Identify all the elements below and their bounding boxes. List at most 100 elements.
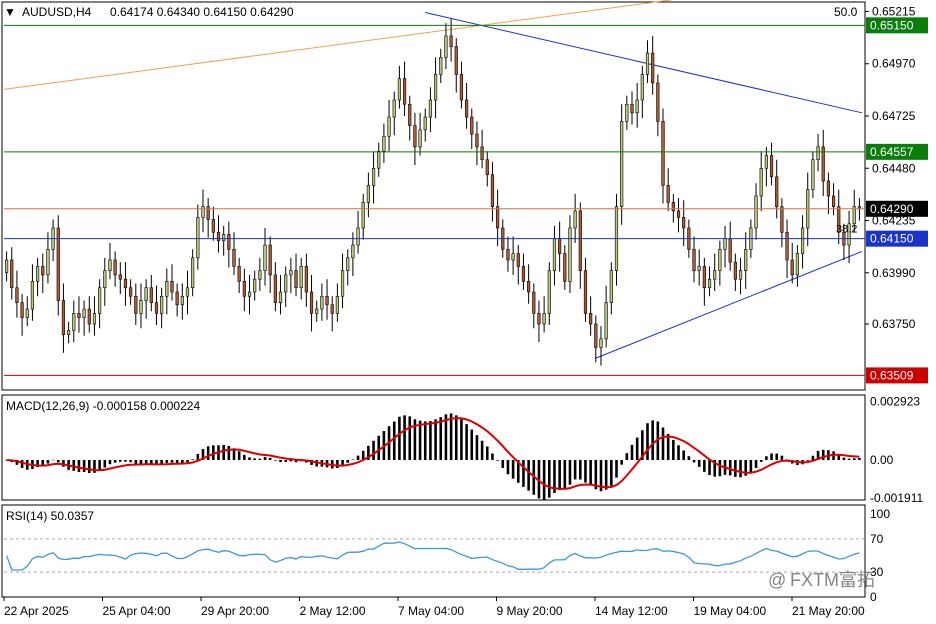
candle [707, 266, 712, 297]
candle [77, 296, 81, 333]
candle [568, 215, 572, 294]
macd-bar [268, 457, 272, 460]
candle [475, 121, 479, 166]
candle-body [237, 266, 241, 282]
candle-body [129, 287, 133, 297]
candle [780, 198, 784, 248]
candle-body [165, 281, 169, 297]
candle-body [413, 125, 417, 148]
macd-bar [703, 460, 706, 472]
candle-body [222, 234, 226, 242]
candle-body [769, 155, 774, 178]
candle-body [247, 291, 252, 297]
candle-body [294, 270, 298, 289]
candle-body [671, 202, 675, 212]
chart-canvas: 0.651500.645570.642900.641500.6350938.2 … [1, 0, 928, 618]
macd-bar [170, 460, 174, 463]
candle [682, 200, 686, 247]
candle-body [144, 287, 148, 301]
candle-body [299, 266, 303, 289]
candle-body [325, 295, 329, 306]
macd-bar [610, 460, 613, 486]
macd-bar [475, 435, 479, 460]
candle [516, 245, 520, 285]
rsi-panel [1, 504, 866, 598]
macd-bar [501, 460, 505, 468]
candle-body [87, 308, 91, 325]
candle [242, 268, 246, 312]
macd-bar [356, 455, 360, 460]
candle-body [728, 238, 732, 263]
macd-bar [620, 460, 623, 465]
macd-bar [98, 460, 101, 471]
horizontal-levels: 0.651500.645570.642900.641500.6350938.2 [4, 17, 928, 384]
macd-bar [522, 460, 525, 487]
candle [4, 251, 9, 282]
macd-tick-1: 0.00 [870, 453, 894, 467]
macd-bar [734, 460, 737, 477]
candle-body [640, 74, 644, 101]
candle [330, 296, 334, 332]
macd-bar [806, 460, 810, 461]
macd-bar [248, 457, 251, 460]
candle [733, 253, 737, 291]
ohlc-label: 0.64174 0.64340 0.64150 0.64290 [110, 5, 294, 19]
macd-bar [496, 460, 499, 461]
candle-body [676, 210, 681, 218]
candle [185, 270, 190, 315]
macd-bar [403, 415, 406, 460]
candle [46, 232, 50, 284]
macd-bar [191, 459, 194, 460]
macd-bar [263, 456, 267, 460]
candle-body [537, 313, 541, 325]
candle-body [185, 287, 190, 297]
macd-bar [563, 460, 567, 490]
candle [439, 48, 443, 83]
macd-bar [284, 460, 287, 462]
fib-label: 38.2 [836, 223, 857, 235]
macd-bar [449, 413, 453, 460]
candle [392, 91, 396, 136]
candle [237, 257, 241, 294]
candle [103, 257, 107, 306]
candle [692, 236, 696, 283]
candle [211, 206, 215, 241]
candle-body [82, 308, 86, 318]
candle [527, 264, 531, 304]
candle [123, 262, 128, 306]
macd-bar [697, 460, 701, 467]
macd-bar [821, 449, 825, 460]
candle [454, 38, 458, 93]
candle-body [191, 257, 195, 289]
macd-bar [589, 460, 592, 486]
candle-body [485, 159, 489, 175]
candle [496, 189, 500, 247]
macd-bar [739, 460, 742, 478]
macd-bar [144, 460, 148, 464]
candle [402, 61, 407, 116]
macd-bar [646, 423, 649, 460]
rsi-tick-1: 70 [870, 532, 884, 546]
candle [273, 262, 277, 312]
candle-body [547, 270, 551, 314]
candle [599, 326, 603, 366]
candle-body [201, 206, 205, 218]
macd-bar [548, 460, 551, 498]
macd-bar [196, 453, 200, 460]
candle [284, 266, 288, 307]
candle-body [72, 313, 76, 331]
macd-bar [134, 460, 138, 464]
macd-tick-2: -0.001911 [870, 491, 923, 505]
candle-body [702, 266, 706, 289]
candle [134, 283, 138, 326]
candle-body [268, 244, 272, 276]
candle [82, 300, 86, 336]
candle [671, 193, 675, 223]
header-arrow[interactable]: ▼ [4, 5, 16, 19]
candle-body [4, 259, 9, 274]
candle [831, 183, 836, 216]
candle-body [196, 217, 200, 259]
candle [718, 240, 722, 286]
candle [144, 279, 148, 319]
candle [764, 146, 768, 187]
